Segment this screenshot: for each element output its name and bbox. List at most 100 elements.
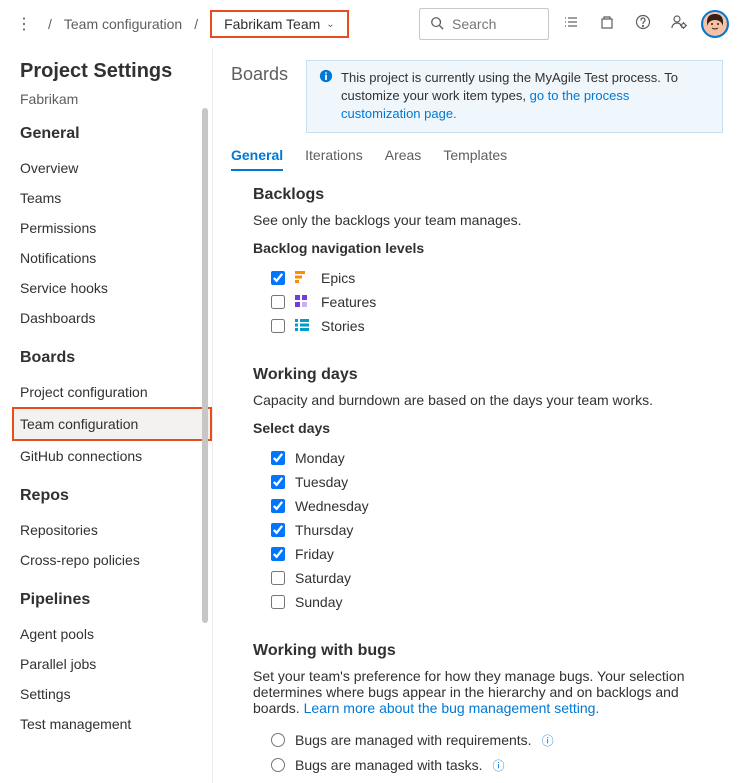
team-selector-label: Fabrikam Team [224,16,320,32]
sidebar-item-dashboards[interactable]: Dashboards [20,303,212,333]
day-tuesday-row: Tuesday [253,470,723,494]
working-days-heading: Working days [253,366,723,384]
working-days-desc: Capacity and burndown are based on the d… [253,392,723,408]
day-monday-row: Monday [253,446,723,470]
project-name[interactable]: Fabrikam [20,91,212,107]
chevron-down-icon: ⌄ [326,19,334,30]
bugs-tasks-radio[interactable] [271,758,285,772]
sidebar-item-permissions[interactable]: Permissions [20,213,212,243]
search-box[interactable] [419,8,549,40]
sidebar-group-boards: Boards [20,349,212,367]
sidebar: Project Settings Fabrikam General Overvi… [0,48,212,783]
bugs-requirements-label: Bugs are managed with requirements. [295,732,532,748]
page-title: Boards [231,60,288,85]
day-saturday-row: Saturday [253,566,723,590]
info-banner: This project is currently using the MyAg… [306,60,723,133]
backlogs-desc: See only the backlogs your team manages. [253,212,723,228]
sidebar-item-github-connections[interactable]: GitHub connections [20,441,212,471]
sidebar-title: Project Settings [20,60,212,83]
info-banner-text: This project is currently using the MyAg… [341,69,710,124]
breadcrumb-separator: / [194,16,198,32]
sidebar-group-pipelines: Pipelines [20,591,212,609]
day-friday-row: Friday [253,542,723,566]
breadcrumb-team-configuration[interactable]: Team configuration [64,16,182,32]
section-bugs: Working with bugs Set your team's prefer… [231,642,723,783]
friday-label: Friday [295,546,334,562]
sunday-checkbox[interactable] [271,595,285,609]
sidebar-item-project-configuration[interactable]: Project configuration [20,377,212,407]
bugs-option-requirements-row: Bugs are managed with requirements. ⓘ [253,728,723,753]
epics-icon [295,271,311,285]
epics-checkbox[interactable] [271,271,285,285]
sidebar-item-overview[interactable]: Overview [20,153,212,183]
tab-areas[interactable]: Areas [385,141,422,171]
backlog-level-epics-row: Epics [253,266,723,290]
section-backlogs: Backlogs See only the backlogs your team… [231,186,723,338]
tuesday-label: Tuesday [295,474,348,490]
sidebar-group-general: General [20,125,212,143]
sidebar-item-settings[interactable]: Settings [20,679,212,709]
sidebar-item-service-hooks[interactable]: Service hooks [20,273,212,303]
stories-checkbox[interactable] [271,319,285,333]
marketplace-icon[interactable] [593,8,621,41]
list-icon[interactable] [557,8,585,41]
sidebar-item-repositories[interactable]: Repositories [20,515,212,545]
search-icon [430,16,444,33]
sidebar-item-team-configuration[interactable]: Team configuration [12,407,212,441]
bugs-tasks-label: Bugs are managed with tasks. [295,757,483,773]
sidebar-item-cross-repo-policies[interactable]: Cross-repo policies [20,545,212,575]
bugs-desc: Set your team's preference for how they … [253,668,723,716]
sidebar-item-test-management[interactable]: Test management [20,709,212,739]
search-input[interactable] [452,16,538,32]
tab-templates[interactable]: Templates [443,141,507,171]
saturday-label: Saturday [295,570,351,586]
day-thursday-row: Thursday [253,518,723,542]
sunday-label: Sunday [295,594,342,610]
wednesday-checkbox[interactable] [271,499,285,513]
user-avatar[interactable] [701,10,729,38]
bugs-learn-more-link[interactable]: Learn more about the bug management sett… [304,700,600,716]
backlog-level-stories-row: Stories [253,314,723,338]
stories-label: Stories [321,318,365,334]
info-icon[interactable]: ⓘ [542,732,554,749]
tab-general[interactable]: General [231,141,283,171]
tuesday-checkbox[interactable] [271,475,285,489]
sidebar-item-notifications[interactable]: Notifications [20,243,212,273]
team-selector-dropdown[interactable]: Fabrikam Team ⌄ [210,10,349,38]
bugs-option-tasks-row: Bugs are managed with tasks. ⓘ [253,753,723,778]
topbar: ⋮ / Team configuration / Fabrikam Team ⌄ [0,0,741,48]
more-menu-icon[interactable]: ⋮ [12,10,36,38]
features-label: Features [321,294,376,310]
features-icon [295,295,311,309]
tabs: General Iterations Areas Templates [231,141,723,172]
sidebar-item-parallel-jobs[interactable]: Parallel jobs [20,649,212,679]
bugs-heading: Working with bugs [253,642,723,660]
epics-label: Epics [321,270,355,286]
info-icon [319,69,333,124]
backlog-level-features-row: Features [253,290,723,314]
main-content: Boards This project is currently using t… [212,48,741,783]
sidebar-item-teams[interactable]: Teams [20,183,212,213]
select-days-heading: Select days [253,420,723,436]
help-icon[interactable] [629,8,657,41]
monday-checkbox[interactable] [271,451,285,465]
tab-iterations[interactable]: Iterations [305,141,363,171]
thursday-checkbox[interactable] [271,523,285,537]
friday-checkbox[interactable] [271,547,285,561]
bugs-requirements-radio[interactable] [271,733,285,747]
backlog-levels-heading: Backlog navigation levels [253,240,723,256]
wednesday-label: Wednesday [295,498,369,514]
day-sunday-row: Sunday [253,590,723,614]
saturday-checkbox[interactable] [271,571,285,585]
stories-icon [295,319,311,333]
backlogs-heading: Backlogs [253,186,723,204]
section-working-days: Working days Capacity and burndown are b… [231,366,723,614]
bugs-option-not-managed-row: Bugs are not managed on backlogs and boa… [253,778,723,783]
sidebar-item-agent-pools[interactable]: Agent pools [20,619,212,649]
features-checkbox[interactable] [271,295,285,309]
breadcrumb-separator: / [48,16,52,32]
info-icon[interactable]: ⓘ [493,757,505,774]
monday-label: Monday [295,450,345,466]
user-settings-icon[interactable] [665,8,693,41]
day-wednesday-row: Wednesday [253,494,723,518]
